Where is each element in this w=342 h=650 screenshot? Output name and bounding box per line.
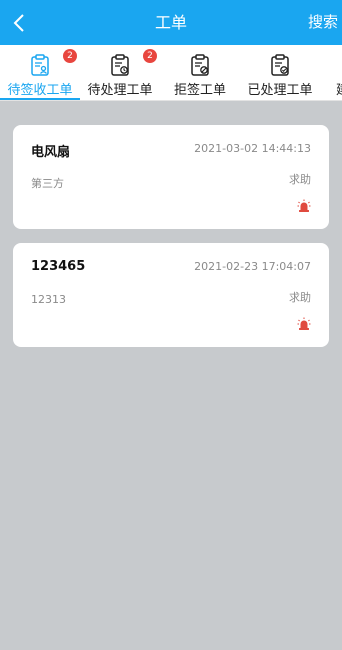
tab-pending-sign[interactable]: 2 待签收工单 xyxy=(0,45,80,100)
page-title: 工单 xyxy=(154,13,187,32)
active-tab-indicator xyxy=(0,98,80,100)
tab-label: 待签收工单 xyxy=(7,83,73,98)
order-subtitle: 12313 xyxy=(31,293,66,306)
tab-rejected[interactable]: 拒签工单 xyxy=(160,45,240,100)
order-time: 2021-03-02 14:44:13 xyxy=(194,142,311,155)
tab-label: 待处理工单 xyxy=(87,83,153,98)
tab-label: 已处理工单 xyxy=(247,83,313,98)
tab-badge: 2 xyxy=(63,49,77,63)
clipboard-check-icon xyxy=(270,54,290,76)
search-button[interactable]: 搜索 xyxy=(308,0,338,45)
order-card[interactable]: 123465 2021-02-23 17:04:07 12313 求助 xyxy=(13,243,329,347)
tab-pending-process[interactable]: 2 待处理工单 xyxy=(80,45,160,100)
alarm-light-icon xyxy=(297,316,311,330)
clipboard-block-icon xyxy=(190,54,210,76)
order-title: 123465 xyxy=(31,259,86,274)
clipboard-user-icon xyxy=(30,54,50,76)
tab-processed[interactable]: 已处理工单 xyxy=(240,45,320,100)
tab-badge: 2 xyxy=(143,49,157,63)
tab-clipped[interactable]: 建 xyxy=(320,45,342,100)
order-subtitle: 第三方 xyxy=(31,177,64,190)
order-time: 2021-02-23 17:04:07 xyxy=(194,260,311,273)
order-title: 电风扇 xyxy=(31,145,71,160)
tab-label: 拒签工单 xyxy=(173,83,226,98)
tab-label: 建 xyxy=(336,79,342,98)
order-status: 求助 xyxy=(289,173,311,186)
alarm-light-icon xyxy=(297,198,311,212)
app-header: 工单 搜索 xyxy=(0,0,342,45)
order-card[interactable]: 电风扇 2021-03-02 14:44:13 第三方 求助 xyxy=(13,125,329,229)
clipboard-clock-icon xyxy=(110,54,130,76)
order-status: 求助 xyxy=(289,291,311,304)
tab-bar: 2 待签收工单 2 待处理工单 拒签工单 已处理工单 xyxy=(0,45,342,101)
